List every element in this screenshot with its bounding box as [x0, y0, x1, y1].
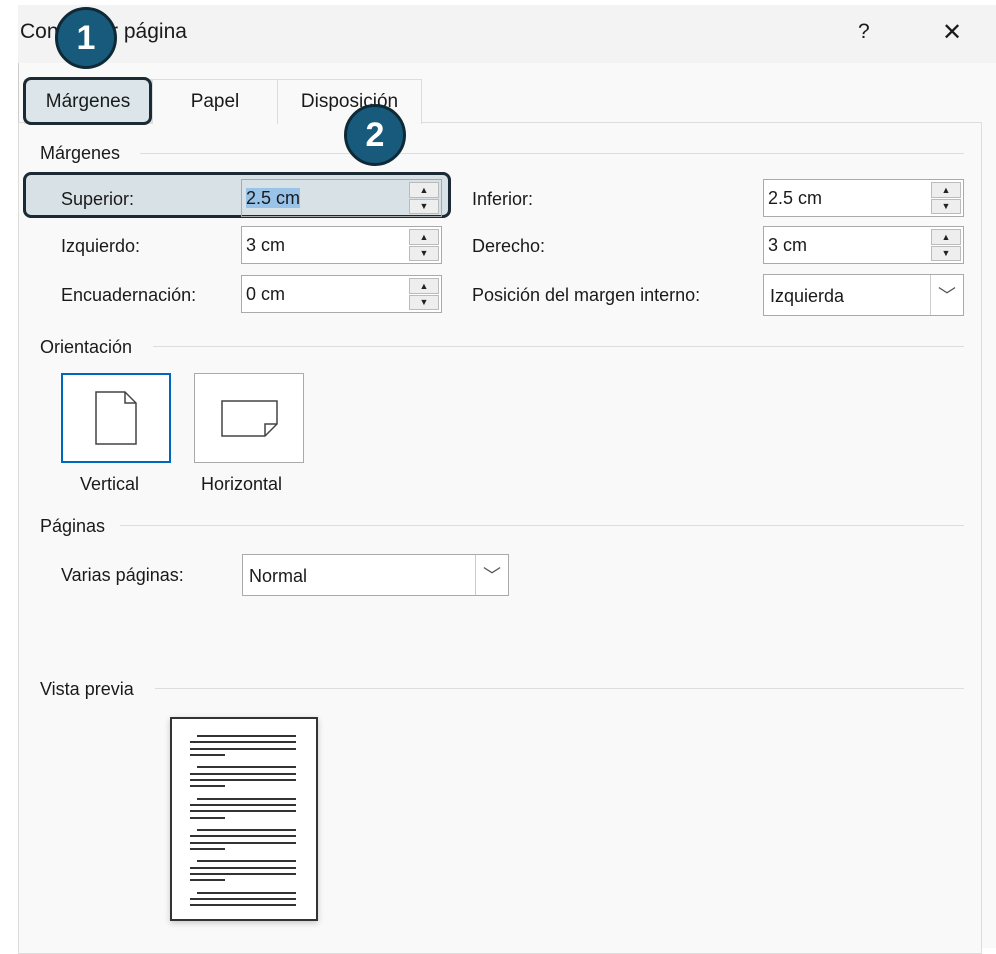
superior-spinner[interactable]: ▲ ▼: [409, 182, 439, 214]
preview-text-line: [190, 785, 225, 788]
preview-text-line: [190, 835, 296, 838]
up-arrow-icon[interactable]: ▲: [931, 229, 961, 245]
varias-paginas-select[interactable]: Normal ﹀: [242, 554, 509, 596]
up-arrow-icon[interactable]: ▲: [931, 182, 961, 198]
section-vista-previa: Vista previa: [40, 679, 134, 699]
up-arrow-icon[interactable]: ▲: [409, 182, 439, 198]
preview-text-line: [190, 778, 296, 781]
encuadernacion-label: Encuadernación:: [61, 285, 197, 305]
preview-text-line: [190, 747, 296, 750]
preview-text-line: [197, 891, 296, 894]
preview-text-line: [190, 841, 296, 844]
inferior-input[interactable]: 2.5 cm ▲ ▼: [763, 179, 964, 217]
derecho-label: Derecho:: [472, 236, 546, 256]
chevron-down-icon[interactable]: ﹀: [475, 555, 508, 595]
superior-label-text: Superior:: [61, 189, 135, 209]
highlight-tab: [23, 77, 152, 125]
divider: [155, 688, 964, 689]
encuadernacion-value: 0 cm: [246, 284, 286, 304]
preview-text-line: [190, 772, 296, 775]
vertical-button[interactable]: [61, 373, 171, 463]
chevron-down-icon[interactable]: ﹀: [930, 275, 963, 315]
divider: [153, 346, 964, 347]
preview-text-line: [197, 860, 296, 863]
preview-text-line: [190, 810, 296, 813]
down-arrow-icon[interactable]: ▼: [409, 294, 439, 310]
inferior-value: 2.5 cm: [768, 188, 823, 208]
down-arrow-icon[interactable]: ▼: [931, 198, 961, 214]
encuadernacion-input[interactable]: 0 cm ▲ ▼: [241, 275, 442, 313]
close-button[interactable]: ✕: [942, 18, 962, 47]
divider: [120, 525, 964, 526]
step-badge-2: 2: [344, 104, 406, 166]
preview-text-line: [190, 741, 296, 744]
superior-label: Superior:: [61, 189, 134, 210]
posicion-value: Izquierda: [770, 286, 845, 306]
derecho-spinner[interactable]: ▲ ▼: [931, 229, 961, 261]
help-button[interactable]: ?: [858, 20, 870, 44]
izquierdo-label: Izquierdo:: [61, 236, 141, 256]
landscape-page-icon: [221, 400, 278, 437]
preview-text-line: [190, 753, 225, 756]
varias-paginas-label: Varias páginas:: [61, 565, 184, 585]
derecho-value: 3 cm: [768, 235, 808, 255]
inferior-label: Inferior:: [472, 189, 534, 209]
section-orientacion: Orientación: [40, 337, 133, 357]
divider: [140, 153, 964, 154]
preview-text-line: [197, 766, 296, 769]
superior-input[interactable]: 2.5 cm ▲ ▼: [241, 179, 442, 217]
preview-text-line: [190, 847, 225, 850]
posicion-select[interactable]: Izquierda ﹀: [763, 274, 964, 316]
horizontal-label: Horizontal: [201, 474, 283, 494]
up-arrow-icon[interactable]: ▲: [409, 229, 439, 245]
section-paginas: Páginas: [40, 516, 106, 536]
izquierdo-value: 3 cm: [246, 235, 286, 255]
varias-paginas-value: Normal: [249, 566, 308, 586]
izquierdo-input[interactable]: 3 cm ▲ ▼: [241, 226, 442, 264]
portrait-page-icon: [95, 391, 137, 445]
preview-text-line: [197, 828, 296, 831]
superior-value: 2.5 cm: [246, 188, 301, 208]
preview-text-line: [190, 904, 296, 907]
vertical-label: Vertical: [80, 474, 140, 494]
preview-page: [170, 717, 318, 921]
preview-text-line: [190, 866, 296, 869]
down-arrow-icon[interactable]: ▼: [409, 245, 439, 261]
step-badge-1: 1: [55, 7, 117, 69]
encuadernacion-spinner[interactable]: ▲ ▼: [409, 278, 439, 310]
posicion-label: Posición del margen interno:: [472, 285, 701, 305]
down-arrow-icon[interactable]: ▼: [931, 245, 961, 261]
preview-text-line: [190, 803, 296, 806]
up-arrow-icon[interactable]: ▲: [409, 278, 439, 294]
down-arrow-icon[interactable]: ▼: [409, 198, 439, 214]
inferior-spinner[interactable]: ▲ ▼: [931, 182, 961, 214]
preview-text-line: [190, 879, 225, 882]
preview-text-line: [197, 797, 296, 800]
preview-text-line: [190, 872, 296, 875]
preview-text-line: [190, 816, 225, 819]
izquierdo-spinner[interactable]: ▲ ▼: [409, 229, 439, 261]
preview-text-line: [190, 897, 296, 900]
section-margenes: Márgenes: [40, 143, 121, 163]
tab-papel[interactable]: Papel: [152, 79, 278, 124]
horizontal-button[interactable]: [194, 373, 304, 463]
preview-text-line: [197, 735, 296, 737]
derecho-input[interactable]: 3 cm ▲ ▼: [763, 226, 964, 264]
